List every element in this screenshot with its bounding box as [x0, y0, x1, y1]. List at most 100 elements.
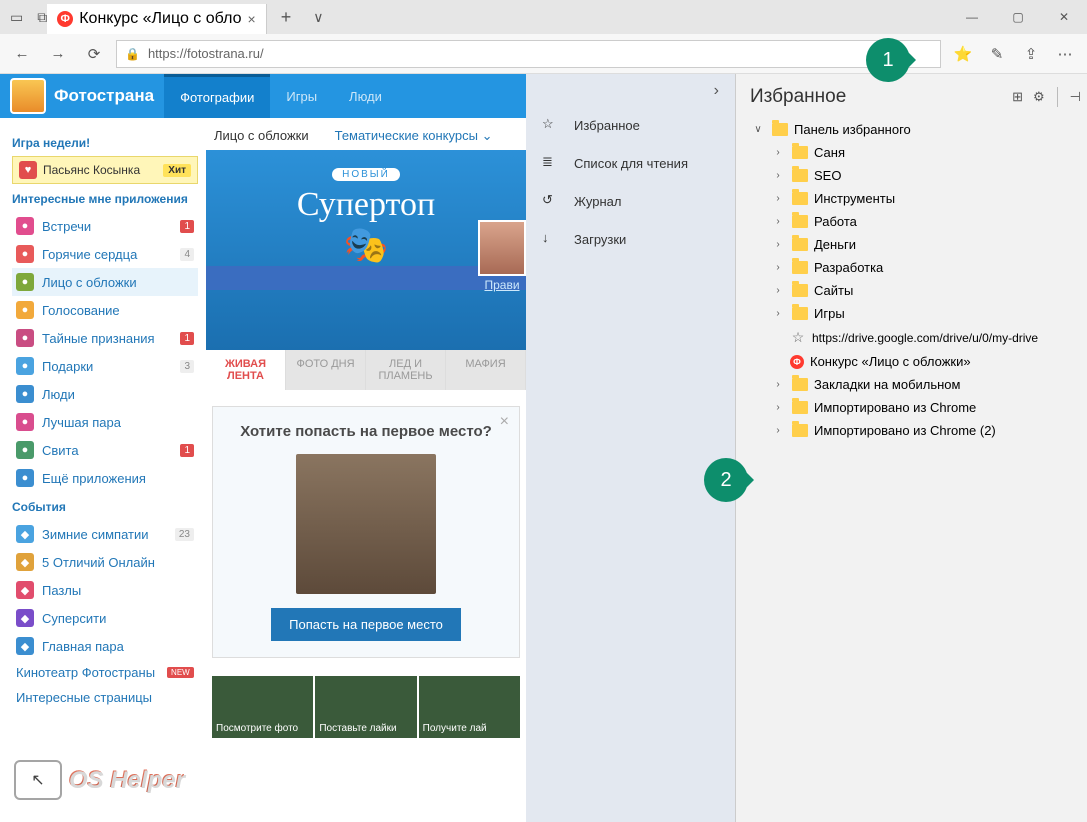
fav-folder-1[interactable]: ›SEO	[750, 164, 1081, 187]
folder-icon	[772, 123, 788, 136]
sidebar-app-8[interactable]: ●Свита1	[12, 436, 198, 464]
sidebar-app-2[interactable]: ●Лицо с обложки	[12, 268, 198, 296]
tab-ice-fire[interactable]: ЛЕД И ПЛАМЕНЬ	[366, 350, 446, 390]
fav-folder-5[interactable]: ›Разработка	[750, 256, 1081, 279]
nav-photos[interactable]: Фотографии	[164, 74, 270, 118]
site-logo-icon[interactable]	[10, 78, 46, 114]
url-text: https://fotostrana.ru/	[148, 46, 264, 61]
fav-sibling-1[interactable]: ›Импортировано из Chrome	[750, 396, 1081, 419]
folder-icon	[792, 215, 808, 228]
tab-tools-icon[interactable]: ∨	[313, 9, 323, 26]
tab-mafia[interactable]: МАФИЯ	[446, 350, 526, 390]
star-icon: ☆	[790, 329, 806, 346]
banner-rules-link[interactable]: Прави	[484, 278, 519, 292]
new-tab-button[interactable]: +	[267, 7, 306, 28]
supertop-banner[interactable]: НОВЫЙ Супертоп 🎭 Прави	[206, 150, 526, 350]
sidebar-event-0[interactable]: ◆Зимние симпатии23	[12, 520, 198, 548]
content-tabs: ЖИВАЯ ЛЕНТА ФОТО ДНЯ ЛЕД И ПЛАМЕНЬ МАФИЯ	[206, 350, 526, 390]
promo-button[interactable]: Попасть на первое место	[271, 608, 461, 641]
sidebar-app-9[interactable]: ●Ещё приложения	[12, 464, 198, 492]
fav-link-drive[interactable]: ☆ https://drive.google.com/drive/u/0/my-…	[750, 325, 1081, 350]
nav-people[interactable]: Люди	[333, 74, 398, 118]
banner-new-badge: НОВЫЙ	[332, 168, 400, 181]
subnav-cover[interactable]: Лицо с обложки	[214, 128, 309, 144]
pin-icon[interactable]: ⊣	[1070, 89, 1081, 105]
strip-2[interactable]: Поставьте лайки	[315, 676, 416, 738]
sidebar-app-4[interactable]: ●Тайные признания1	[12, 324, 198, 352]
close-button[interactable]: ✕	[1041, 0, 1087, 34]
sidebar-app-6[interactable]: ●Люди	[12, 380, 198, 408]
sidebar-event-1[interactable]: ◆5 Отличий Онлайн	[12, 548, 198, 576]
more-button[interactable]: ⋯	[1051, 40, 1079, 68]
panel-icon[interactable]: ▭	[10, 9, 23, 26]
sidebar-app-5[interactable]: ●Подарки3	[12, 352, 198, 380]
hub-collapse-icon[interactable]: ›	[714, 82, 719, 99]
url-input[interactable]: 🔒 https://fotostrana.ru/	[116, 40, 941, 68]
fav-folder-6[interactable]: ›Сайты	[750, 279, 1081, 302]
cursor-icon: ↖	[14, 760, 62, 800]
chevron-right-icon: ›	[770, 193, 786, 204]
fav-sibling-2[interactable]: ›Импортировано из Chrome (2)	[750, 419, 1081, 442]
sidebar-event-2[interactable]: ◆Пазлы	[12, 576, 198, 604]
sidebar-app-3[interactable]: ●Голосование	[12, 296, 198, 324]
fav-root[interactable]: ∨ Панель избранного	[750, 118, 1081, 141]
sidebar-event-4[interactable]: ◆Главная пара	[12, 632, 198, 660]
refresh-button[interactable]: ⟳	[80, 40, 108, 68]
add-folder-icon[interactable]: ⊞	[1012, 89, 1023, 105]
chevron-right-icon: ›	[770, 239, 786, 250]
hub-history[interactable]: ↺ Журнал	[526, 182, 735, 220]
notes-button[interactable]: ✎	[983, 40, 1011, 68]
fav-folder-3[interactable]: ›Работа	[750, 210, 1081, 233]
app-icon: ●	[16, 245, 34, 263]
banner-avatar[interactable]	[478, 220, 526, 276]
lock-icon: 🔒	[125, 47, 140, 61]
fav-link-contest[interactable]: Ф Конкурс «Лицо с обложки»	[750, 350, 1081, 373]
hub-favorites[interactable]: ☆ Избранное	[526, 106, 735, 144]
favorites-star-button[interactable]: ⭐	[949, 40, 977, 68]
sidebar-app-7[interactable]: ●Лучшая пара	[12, 408, 198, 436]
window-titlebar: ▭ ⧉ Ф Конкурс «Лицо с обло × + ∨ — ▢ ✕	[0, 0, 1087, 34]
favorites-panel: Избранное ⊞ ⚙ ⊣ ∨ Панель избранного ›Сан…	[736, 74, 1087, 822]
forward-button[interactable]: →	[44, 40, 72, 68]
app-icon: ●	[16, 385, 34, 403]
history-icon: ↺	[542, 192, 560, 210]
tab-close-icon[interactable]: ×	[248, 11, 256, 27]
fav-folder-4[interactable]: ›Деньги	[750, 233, 1081, 256]
nav-games[interactable]: Игры	[270, 74, 333, 118]
browser-tab[interactable]: Ф Конкурс «Лицо с обло ×	[47, 4, 266, 34]
hub-downloads[interactable]: ↓ Загрузки	[526, 220, 735, 258]
back-button[interactable]: ←	[8, 40, 36, 68]
sidebar-hit-game[interactable]: ♥ Пасьянс Косынка Хит	[12, 156, 198, 184]
new-badge: NEW	[167, 667, 194, 678]
sidebar-event-3[interactable]: ◆Суперсити	[12, 604, 198, 632]
event-icon: ◆	[16, 553, 34, 571]
sidebar-cinema[interactable]: Кинотеатр Фотостраны NEW	[12, 660, 198, 685]
badge: 3	[180, 360, 194, 373]
maximize-button[interactable]: ▢	[995, 0, 1041, 34]
callout-1: 1	[866, 38, 910, 82]
fav-folder-7[interactable]: ›Игры	[750, 302, 1081, 325]
subnav-themed[interactable]: Тематические конкурсы ⌄	[335, 128, 493, 144]
share-button[interactable]: ⇪	[1017, 40, 1045, 68]
strip-3[interactable]: Получите лай	[419, 676, 520, 738]
fav-folder-0[interactable]: ›Саня	[750, 141, 1081, 164]
tabs-icon[interactable]: ⧉	[37, 9, 47, 26]
promo-close-icon[interactable]: ×	[500, 413, 509, 431]
folder-icon	[792, 378, 808, 391]
strip-1[interactable]: Посмотрите фото	[212, 676, 313, 738]
site-brand[interactable]: Фотострана	[54, 86, 154, 106]
fav-sibling-0[interactable]: ›Закладки на мобильном	[750, 373, 1081, 396]
hub-reading-list[interactable]: ≣ Список для чтения	[526, 144, 735, 182]
sidebar-app-1[interactable]: ●Горячие сердца4	[12, 240, 198, 268]
chevron-right-icon: ›	[770, 425, 786, 436]
minimize-button[interactable]: —	[949, 0, 995, 34]
sidebar-pages[interactable]: Интересные страницы	[12, 685, 198, 710]
tab-live[interactable]: ЖИВАЯ ЛЕНТА	[206, 350, 286, 390]
folder-icon	[792, 169, 808, 182]
settings-icon[interactable]: ⚙	[1033, 89, 1045, 105]
tab-photo-day[interactable]: ФОТО ДНЯ	[286, 350, 366, 390]
sidebar-app-0[interactable]: ●Встречи1	[12, 212, 198, 240]
folder-icon	[792, 261, 808, 274]
fav-folder-2[interactable]: ›Инструменты	[750, 187, 1081, 210]
app-icon: ●	[16, 273, 34, 291]
